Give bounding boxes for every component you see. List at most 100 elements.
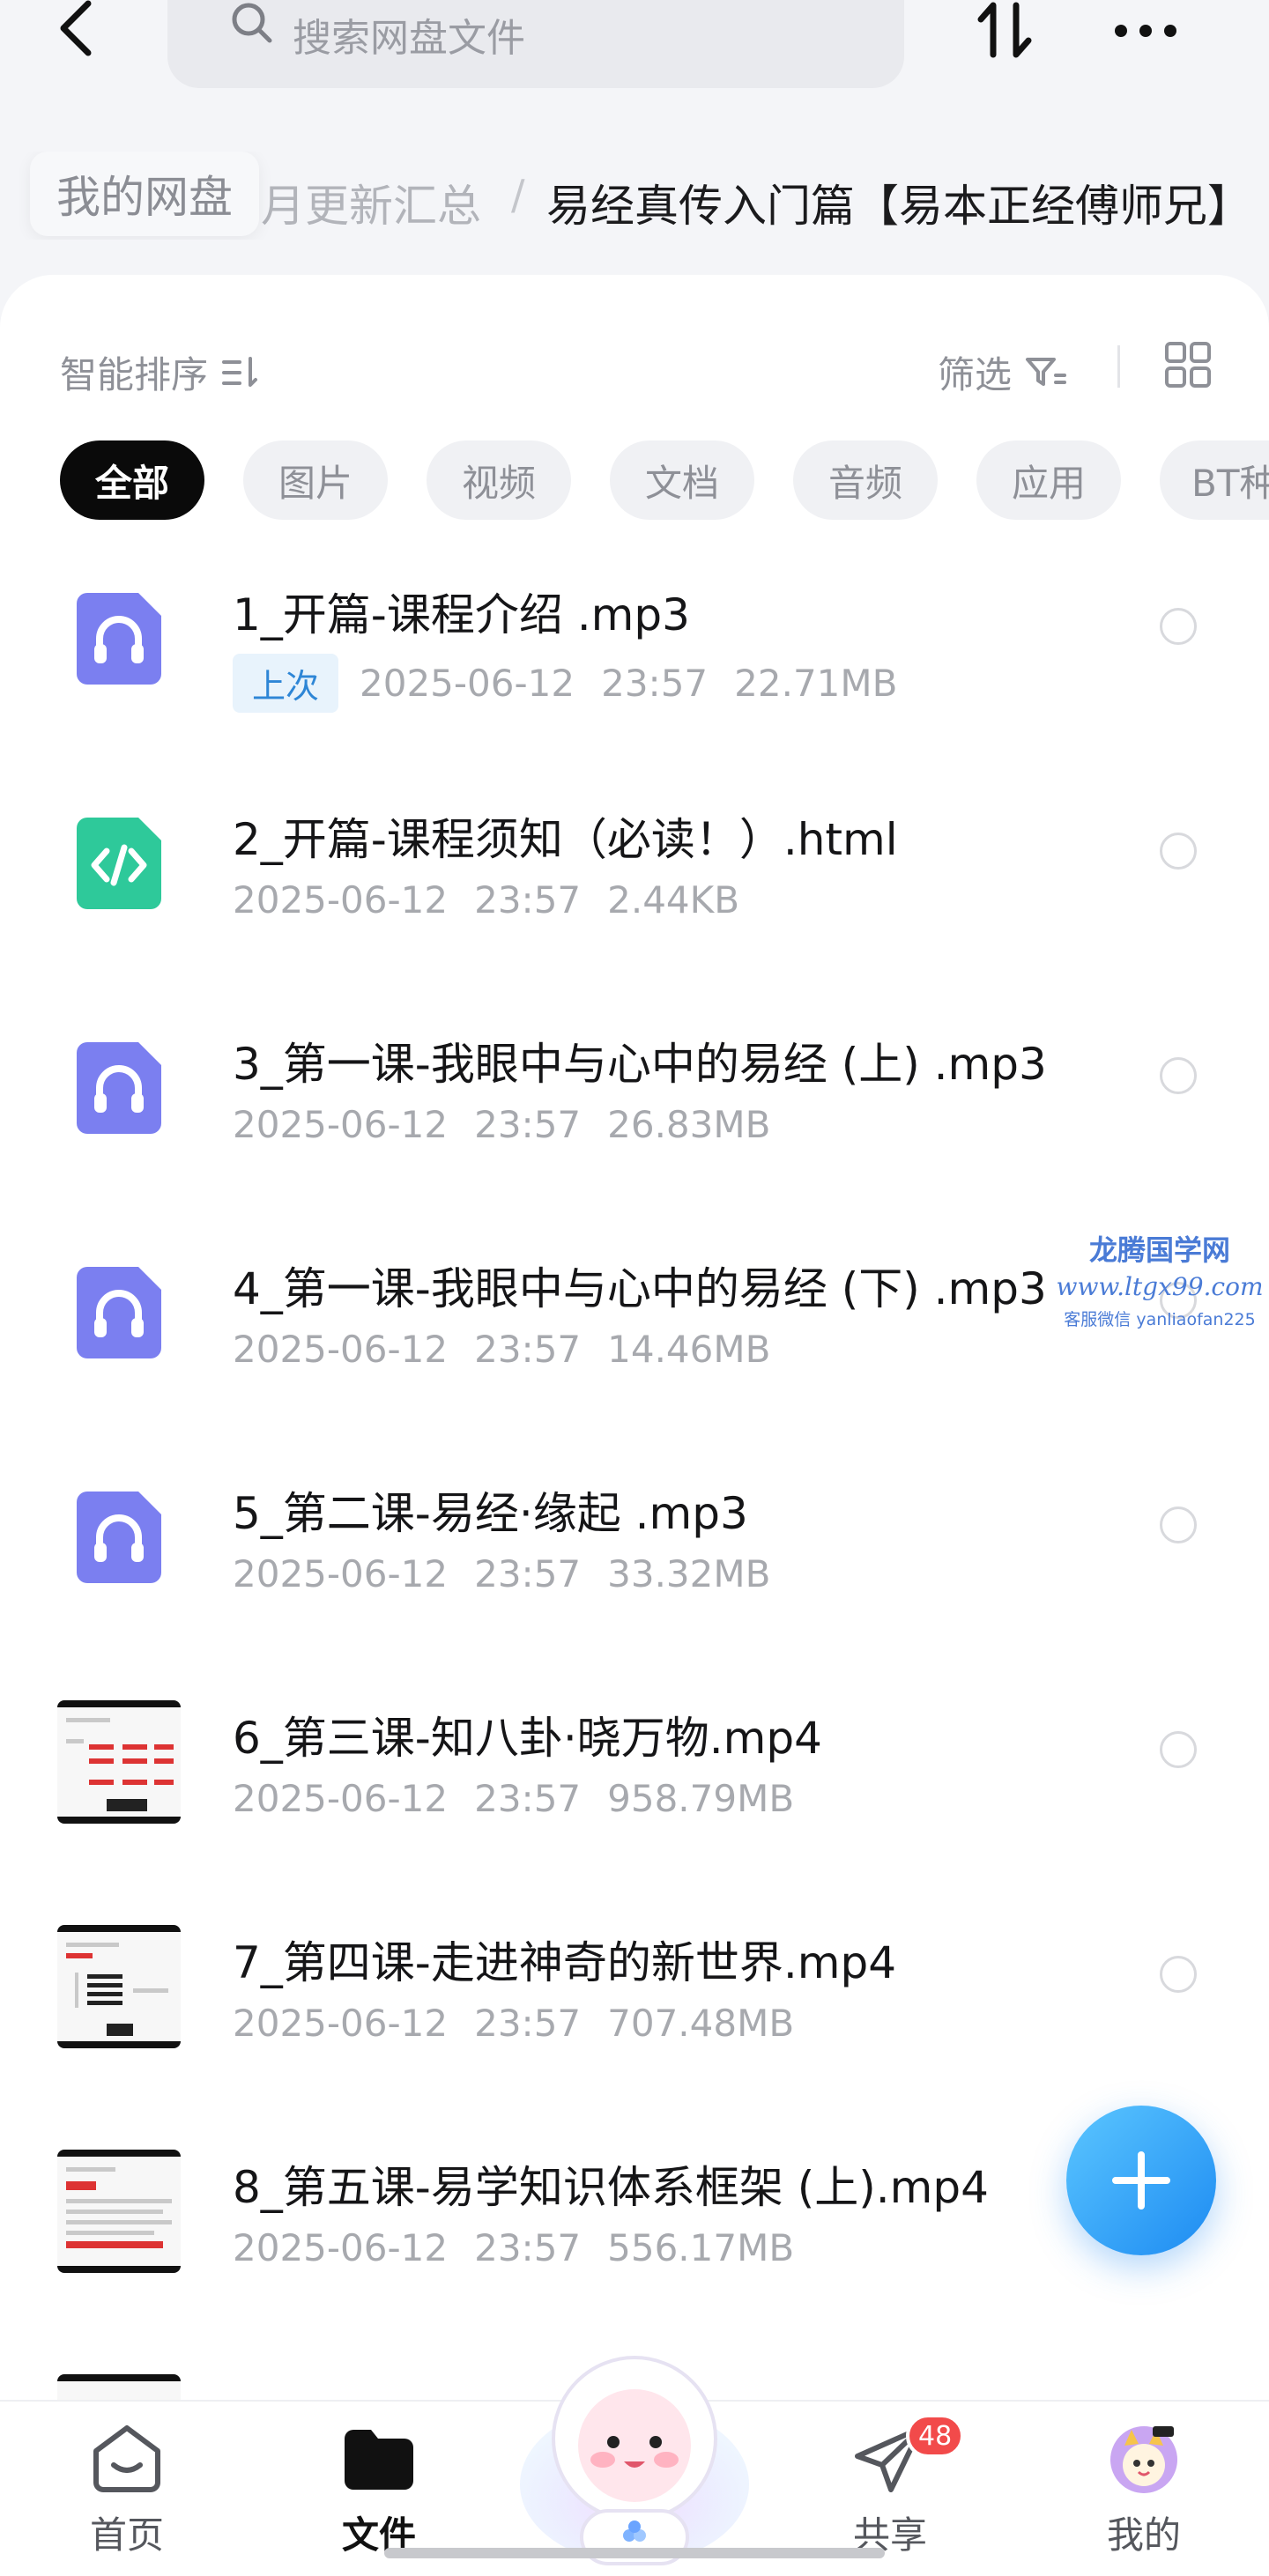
file-date: 2025-06-12 — [233, 2002, 449, 2045]
more-dots-icon — [1115, 25, 1176, 37]
file-thumbnail — [53, 2145, 185, 2277]
file-row[interactable]: 2_开篇-课程须知（必读！）.html 2025-06-12 23:57 2.4… — [0, 774, 1269, 999]
tab-images[interactable]: 图片 — [243, 440, 388, 520]
file-time: 23:57 — [474, 1777, 582, 1820]
file-size: 958.79MB — [607, 1777, 795, 1820]
select-checkbox[interactable] — [1160, 1506, 1197, 1543]
sort-arrows-icon — [977, 2, 1032, 58]
breadcrumb-parent[interactable]: 月更新汇总 — [261, 171, 481, 234]
tab-all[interactable]: 全部 — [60, 440, 204, 520]
file-row[interactable]: 5_第二课-易经·缘起 .mp3 2025-06-12 23:57 33.32M… — [0, 1448, 1269, 1673]
grid-view-button[interactable] — [1161, 338, 1214, 391]
search-input[interactable]: 搜索网盘文件 — [167, 0, 904, 88]
nav-home[interactable]: 首页 — [39, 2421, 215, 2571]
toolbar-divider — [1117, 345, 1120, 388]
file-date: 2025-06-12 — [233, 1777, 449, 1820]
file-thumbnail — [53, 1471, 185, 1603]
filter-icon — [1026, 357, 1067, 386]
category-tabs: 全部 图片 视频 文档 音频 应用 BT种 — [0, 440, 1269, 522]
file-name: 1_开篇-课程介绍 .mp3 — [233, 589, 690, 640]
video-thumbnail — [57, 1925, 181, 2048]
file-time: 23:57 — [601, 662, 709, 705]
audio-file-icon — [77, 1042, 161, 1134]
file-meta: 2025-06-12 23:57 14.46MB — [233, 1328, 770, 1371]
file-meta: 2025-06-12 23:57 33.32MB — [233, 1552, 770, 1595]
file-size: 2.44KB — [607, 878, 740, 922]
file-name: 6_第三课-知八卦·晓万物.mp4 — [233, 1713, 822, 1764]
top-bar: 搜索网盘文件 — [0, 0, 1269, 132]
file-row[interactable]: 1_开篇-课程介绍 .mp3 上次 2025-06-12 23:57 22.71… — [0, 550, 1269, 774]
select-checkbox[interactable] — [1160, 1731, 1197, 1768]
file-meta: 2025-06-12 23:57 2.44KB — [233, 878, 739, 922]
file-time: 23:57 — [474, 1328, 582, 1371]
video-thumbnail — [57, 1700, 181, 1824]
home-indicator — [384, 2548, 885, 2558]
more-button[interactable] — [1106, 0, 1185, 62]
file-meta: 2025-06-12 23:57 26.83MB — [233, 1103, 770, 1146]
file-row[interactable]: 3_第一课-我眼中与心中的易经 (上) .mp3 2025-06-12 23:5… — [0, 999, 1269, 1224]
folder-icon — [345, 2430, 413, 2490]
tab-documents[interactable]: 文档 — [610, 440, 754, 520]
file-name: 7_第四课-走进神奇的新世界.mp4 — [233, 1937, 897, 1988]
file-time: 23:57 — [474, 878, 582, 922]
file-thumbnail — [53, 1921, 185, 2053]
file-thumbnail — [53, 1247, 185, 1379]
select-checkbox[interactable] — [1160, 608, 1197, 645]
search-placeholder: 搜索网盘文件 — [293, 16, 525, 61]
file-name: 8_第五课-易学知识体系框架 (上).mp4 — [233, 2162, 989, 2213]
select-checkbox[interactable] — [1160, 1956, 1197, 1993]
file-name: 2_开篇-课程须知（必读！）.html — [233, 814, 898, 865]
watermark-url: www.ltgx99.com — [1056, 1272, 1264, 1301]
select-checkbox[interactable] — [1160, 833, 1197, 870]
search-icon — [232, 3, 272, 43]
file-name: 3_第一课-我眼中与心中的易经 (上) .mp3 — [233, 1039, 1047, 1090]
add-button[interactable] — [1066, 2106, 1216, 2255]
sort-button[interactable] — [969, 0, 1040, 62]
watermark-title: 龙腾国学网 — [1088, 1233, 1230, 1267]
file-time: 23:57 — [474, 2002, 582, 2045]
select-checkbox[interactable] — [1160, 1057, 1197, 1094]
home-icon — [93, 2425, 160, 2492]
tab-audio[interactable]: 音频 — [793, 440, 938, 520]
mascot-button[interactable] — [511, 2335, 758, 2576]
file-time: 23:57 — [474, 2226, 582, 2269]
breadcrumb-root[interactable]: 我的网盘 — [30, 152, 259, 236]
filter-label: 筛选 — [938, 353, 1013, 396]
file-thumbnail — [53, 1696, 185, 1828]
file-row[interactable]: 7_第四课-走进神奇的新世界.mp4 2025-06-12 23:57 707.… — [0, 1898, 1269, 2122]
file-date: 2025-06-12 — [233, 2226, 449, 2269]
html-file-icon — [77, 818, 161, 909]
share-count-badge: 48 — [906, 2414, 965, 2458]
file-row[interactable]: 6_第三课-知八卦·晓万物.mp4 2025-06-12 23:57 958.7… — [0, 1673, 1269, 1898]
filter-button[interactable]: 筛选 — [938, 345, 1068, 399]
file-meta: 2025-06-12 23:57 707.48MB — [233, 2002, 794, 2045]
tab-bt[interactable]: BT种 — [1160, 440, 1269, 520]
breadcrumb: 我的网盘 月更新汇总 / 易经真传入门篇【易本正经傅师兄】 — [0, 152, 1269, 240]
tab-apps[interactable]: 应用 — [976, 440, 1121, 520]
watermark: 龙腾国学网 www.ltgx99.com 客服微信 yanliaofan225 — [1054, 1228, 1265, 1330]
file-thumbnail — [53, 1022, 185, 1154]
avatar — [1110, 2426, 1177, 2493]
file-meta: 2025-06-12 23:57 556.17MB — [233, 2226, 794, 2269]
file-name: 4_第一课-我眼中与心中的易经 (下) .mp3 — [233, 1263, 1047, 1314]
smart-sort-label: 智能排序 — [60, 353, 209, 396]
file-size: 556.17MB — [607, 2226, 795, 2269]
file-size: 26.83MB — [607, 1103, 771, 1146]
audio-file-icon — [77, 1492, 161, 1583]
tab-videos[interactable]: 视频 — [427, 440, 571, 520]
file-date: 2025-06-12 — [233, 1552, 449, 1595]
last-opened-badge: 上次 — [233, 654, 339, 713]
file-name: 5_第二课-易经·缘起 .mp3 — [233, 1488, 748, 1539]
file-size: 22.71MB — [734, 662, 898, 705]
astronaut-mascot-icon — [520, 2356, 749, 2565]
file-browser: 智能排序 筛选 全部 图片 视频 文档 音频 应用 BT种 1_开篇-课程介绍 … — [0, 275, 1269, 2498]
list-toolbar: 智能排序 筛选 — [0, 328, 1269, 416]
file-time: 23:57 — [474, 1103, 582, 1146]
smart-sort-button[interactable]: 智能排序 — [60, 345, 259, 399]
nav-me[interactable]: 我的 — [1056, 2421, 1232, 2571]
back-button[interactable] — [46, 0, 108, 62]
file-date: 2025-06-12 — [360, 662, 575, 705]
file-time: 23:57 — [474, 1552, 582, 1595]
file-meta: 2025-06-12 23:57 958.79MB — [233, 1777, 794, 1820]
file-thumbnail — [53, 573, 185, 705]
